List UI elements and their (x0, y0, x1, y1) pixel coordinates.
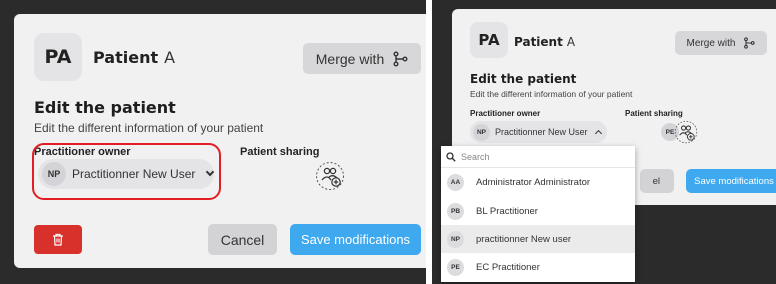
merge-with-label: Merge with (686, 37, 736, 49)
patient-name-bold: Patient (93, 48, 159, 67)
trash-icon (53, 233, 63, 246)
edit-patient-heading: Edit the patient (34, 98, 176, 117)
option-initials-avatar: AA (447, 173, 464, 191)
dropdown-option[interactable]: NP practitionner New user (441, 225, 635, 253)
left-screenshot-panel: PA Patient A Merge with Edit the patient… (0, 0, 426, 284)
option-label: practitionner New user (476, 233, 572, 245)
option-initials-avatar: NP (447, 230, 464, 248)
merge-with-button[interactable]: Merge with (675, 31, 767, 55)
delete-patient-button[interactable] (34, 225, 82, 254)
option-label: BL Practitioner (476, 205, 538, 217)
patient-name-regular: A (566, 35, 576, 49)
dropdown-option[interactable]: PE EC Practitioner (441, 253, 635, 281)
cancel-button[interactable]: el (640, 169, 674, 193)
save-modifications-button[interactable]: Save modifications (686, 169, 776, 193)
add-sharing-icon[interactable] (315, 161, 345, 191)
patient-name: Patient A (93, 48, 175, 67)
dropdown-option[interactable]: AA Administrator Administrator (441, 168, 635, 196)
edit-patient-subtitle: Edit the different information of your p… (470, 89, 633, 99)
add-sharing-icon[interactable] (674, 120, 698, 144)
option-initials-avatar: PB (447, 202, 464, 220)
patient-sharing-label: Patient sharing (240, 146, 320, 158)
search-input[interactable] (461, 151, 621, 162)
dropdown-search (441, 146, 635, 168)
edit-patient-subtitle: Edit the different information of your p… (34, 121, 264, 135)
patient-avatar: PA (470, 22, 508, 58)
patient-name: Patient A (514, 35, 575, 49)
dropdown-option[interactable]: PB BL Practitioner (441, 197, 635, 225)
patient-sharing-label: Patient sharing (625, 109, 683, 118)
practitioner-dropdown-menu: AA Administrator Administrator PB BL Practi… (441, 146, 635, 282)
practitioner-owner-select[interactable]: NP Practitionner New User (470, 121, 607, 143)
option-label: Administrator Administrator (476, 176, 591, 188)
merge-icon (393, 51, 408, 66)
owner-highlight-annotation (32, 143, 221, 200)
chevron-up-icon (594, 129, 602, 138)
patient-name-bold: Patient (514, 35, 563, 49)
cancel-button[interactable]: Cancel (208, 224, 277, 255)
save-modifications-button[interactable]: Save modifications (290, 224, 421, 255)
edit-patient-card: PA Patient A Merge with Edit the patient… (14, 14, 426, 268)
search-icon (446, 151, 456, 162)
merge-with-label: Merge with (315, 50, 385, 67)
patient-name-regular: A (164, 48, 176, 67)
merge-with-button[interactable]: Merge with (303, 43, 421, 74)
owner-name: Practitionner New User (495, 127, 588, 137)
option-initials-avatar: PE (447, 258, 464, 276)
edit-patient-heading: Edit the patient (470, 72, 577, 86)
patient-avatar: PA (34, 33, 82, 81)
practitioner-owner-label: Practitioner owner (470, 109, 541, 118)
owner-initials-avatar: NP (473, 123, 490, 141)
option-label: EC Practitioner (476, 261, 540, 273)
merge-icon (744, 37, 756, 49)
